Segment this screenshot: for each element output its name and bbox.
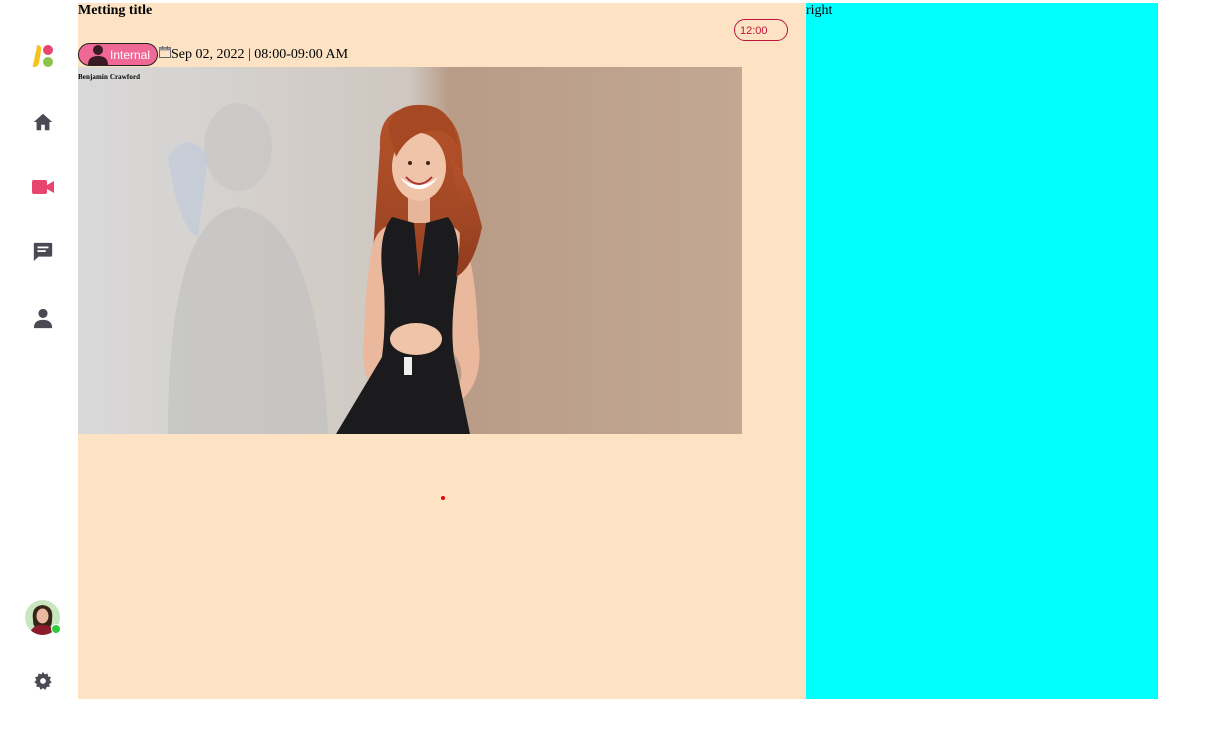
sidebar: [0, 0, 78, 730]
user-icon[interactable]: [25, 300, 60, 335]
video-icon[interactable]: [25, 169, 60, 204]
meeting-title: Metting title: [78, 3, 153, 18]
app-logo-icon[interactable]: [25, 38, 60, 73]
recording-indicator: [441, 496, 445, 500]
calendar-icon: [159, 46, 171, 58]
avatar[interactable]: [25, 600, 61, 635]
meeting-type-label: Internal: [110, 47, 151, 62]
meeting-type-tag[interactable]: Internal: [78, 43, 158, 66]
home-icon[interactable]: [25, 104, 60, 139]
right-panel: right: [806, 3, 1158, 699]
online-status-indicator: [51, 624, 61, 634]
gear-icon[interactable]: [25, 663, 60, 698]
chat-icon[interactable]: [25, 234, 60, 269]
presenter-name: Benjamin Crawford: [78, 73, 141, 81]
meeting-date: Sep 02, 2022 | 08:00-09:00 AM: [159, 46, 349, 63]
time-badge: 12:00: [734, 19, 788, 41]
meeting-panel: Metting title 12:00 Internal Sep 02, 202…: [78, 3, 806, 699]
meeting-date-text: Sep 02, 2022 | 08:00-09:00 AM: [171, 47, 349, 62]
right-panel-label: right: [806, 3, 833, 18]
presenter-photo: [78, 67, 742, 434]
presenter-video[interactable]: [78, 67, 742, 434]
person-icon: [88, 45, 108, 65]
